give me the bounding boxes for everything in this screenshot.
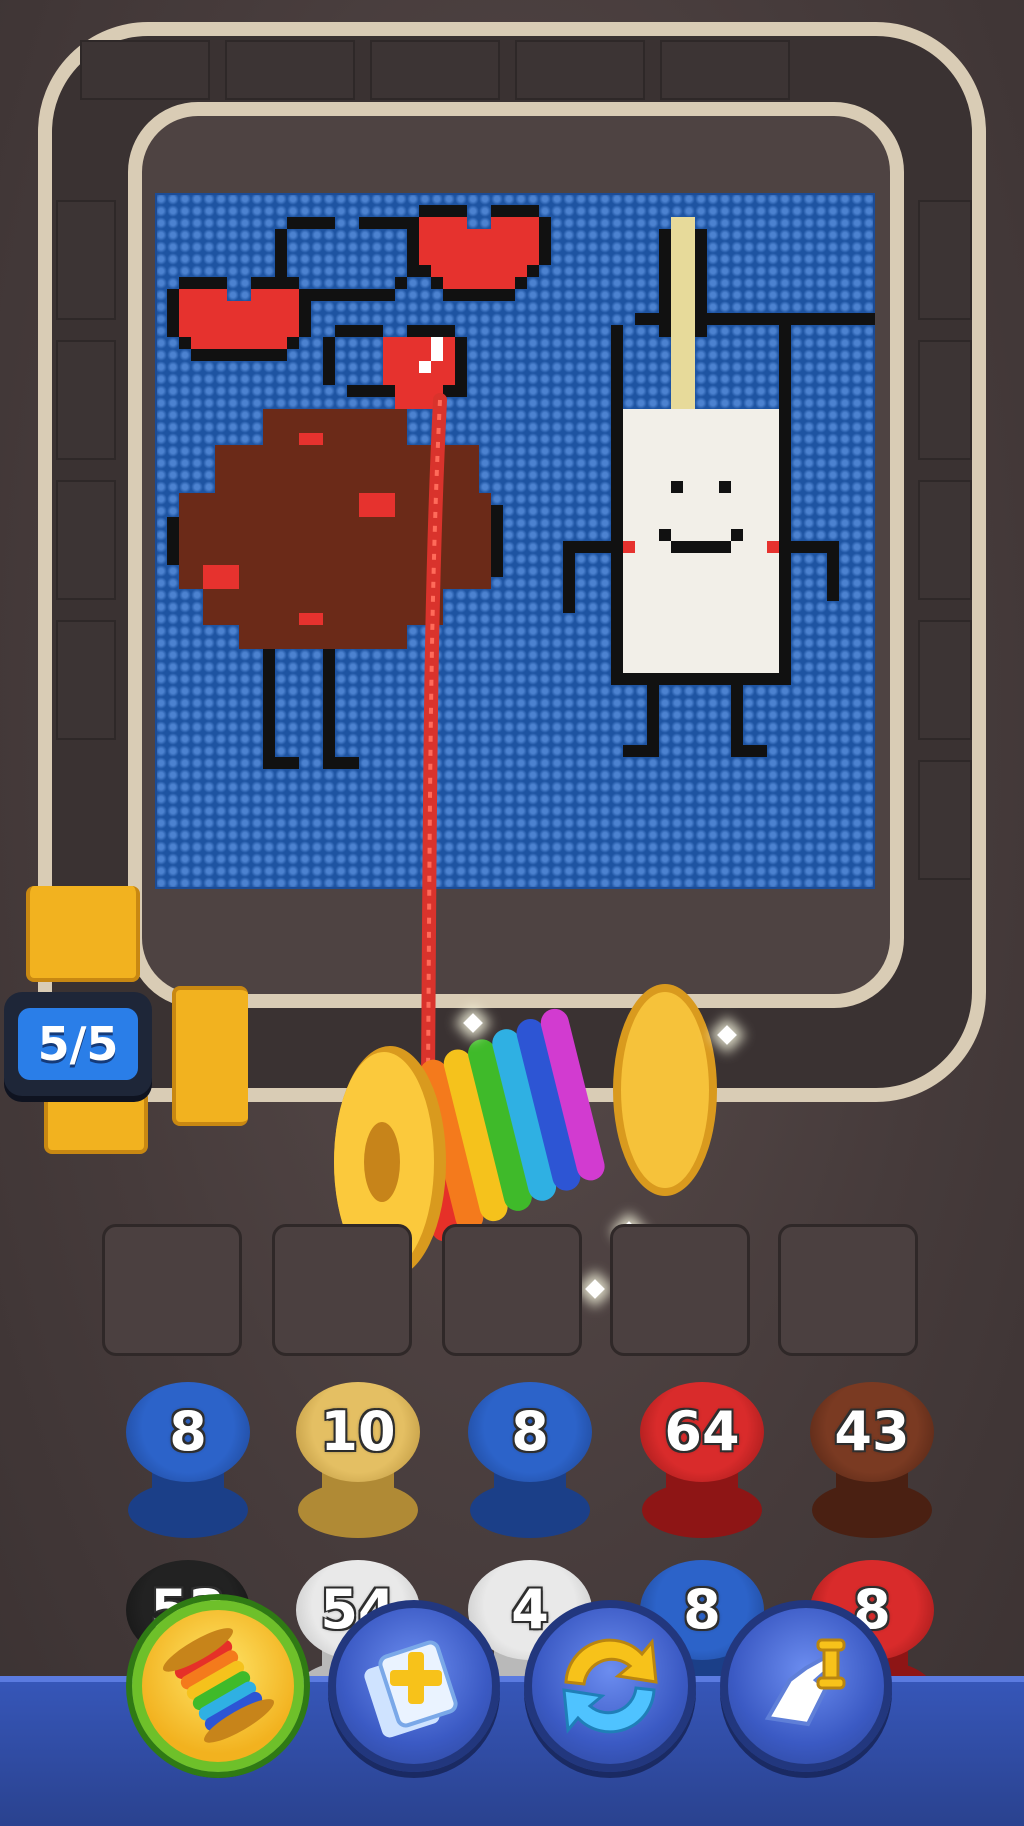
spool-hanger-counter: [44, 1090, 148, 1154]
pointing-hand-icon: [764, 1638, 846, 1727]
spool-slot-3[interactable]: [442, 1224, 582, 1356]
spool-count-label: 43: [834, 1400, 910, 1463]
queue-counter: 5/5: [4, 992, 152, 1096]
spool-slot-5[interactable]: [778, 1224, 918, 1356]
thread-spool[interactable]: 43: [810, 1382, 934, 1552]
add-slot-booster-button[interactable]: [328, 1600, 500, 1772]
rainbow-spool-icon: [163, 1628, 274, 1743]
shuffle-booster-button[interactable]: [524, 1600, 696, 1772]
add-card-icon: [364, 1640, 458, 1738]
spool-count-label: 10: [320, 1400, 396, 1463]
spool-count-label: 64: [664, 1400, 740, 1463]
spool-slot-1[interactable]: [102, 1224, 242, 1356]
thread-spool[interactable]: 10: [296, 1382, 420, 1552]
thread-spool[interactable]: 64: [640, 1382, 764, 1552]
counter-value: 5/5: [18, 1008, 138, 1080]
thread-spool[interactable]: 8: [126, 1382, 250, 1552]
rainbow-spool-booster-button[interactable]: [132, 1600, 304, 1772]
spool-slot-2[interactable]: [272, 1224, 412, 1356]
spool-hanger-left: [26, 886, 140, 982]
spool-slot-4[interactable]: [610, 1224, 750, 1356]
thread-spool[interactable]: 8: [468, 1382, 592, 1552]
spool-count-label: 8: [169, 1400, 207, 1463]
pick-booster-button[interactable]: [720, 1600, 892, 1772]
spool-count-label: 8: [511, 1400, 549, 1463]
spool-hanger-right: [172, 986, 248, 1126]
shuffle-arrows-icon: [562, 1638, 658, 1734]
